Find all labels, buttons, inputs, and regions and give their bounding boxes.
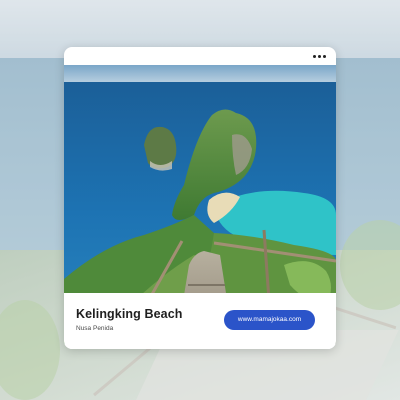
more-options-icon[interactable] xyxy=(312,50,328,62)
place-title: Kelingking Beach xyxy=(76,307,183,321)
place-subtitle: Nusa Penida xyxy=(76,325,114,332)
card-caption: Kelingking Beach Nusa Penida www.mamajok… xyxy=(64,293,336,349)
website-link-button[interactable]: www.mamajokaa.com xyxy=(224,310,315,330)
photo-sky xyxy=(64,65,336,83)
post-card: Kelingking Beach Nusa Penida www.mamajok… xyxy=(64,47,336,349)
card-header xyxy=(64,47,336,65)
